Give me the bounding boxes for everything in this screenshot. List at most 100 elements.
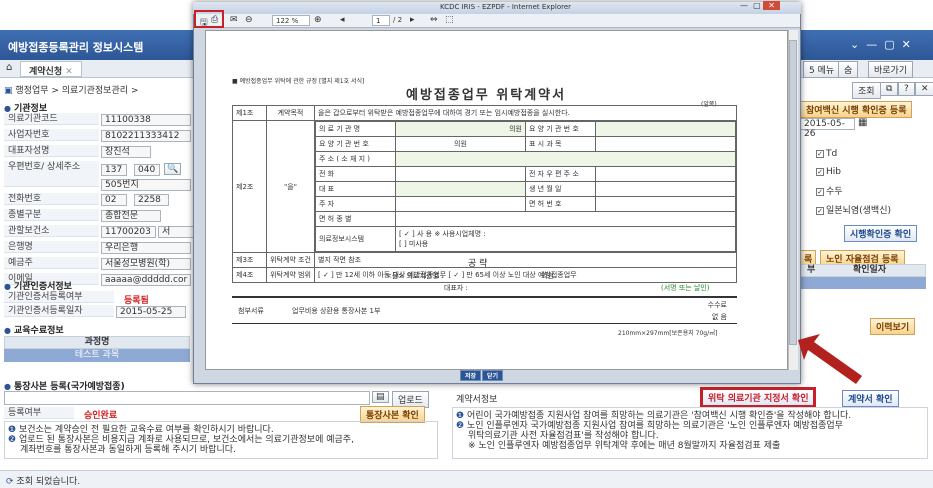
gap-label: 공 략 [468, 259, 488, 269]
row-text: 별지 작면 참조 [314, 252, 737, 268]
fit-width-icon[interactable]: ⇔ [430, 15, 438, 25]
tel1-field[interactable]: 02 [101, 194, 127, 206]
cert-date-field[interactable]: 2015-05-25 [116, 306, 186, 318]
zip-search-icon[interactable]: 🔍 [164, 163, 182, 175]
row-text: [ ✓ ] 만 12세 이하 아동 대상 예방접종업무 [ ✓ ] 만 65세 … [314, 267, 737, 283]
type-field[interactable]: 종합전문 [101, 210, 161, 222]
popup-window-controls[interactable]: — ▢ ✕ [740, 1, 780, 10]
left-notice-box: ❶ 보건소는 계약승인 전 필요한 교육수료 여부를 확인하시기 바랍니다. ❷… [4, 421, 438, 459]
rep-field[interactable]: 장진석 [101, 146, 151, 158]
right-date-field[interactable]: 2015-05-26 [800, 118, 855, 139]
holder-field[interactable]: 서울성모병원(학) [101, 258, 191, 270]
left-notice-2-text: 업로드 된 통장사본은 비용지급 계좌로 사용되므로, 보건소에서는 의료기관정… [18, 435, 354, 445]
next-page-icon[interactable]: ▸ [410, 15, 415, 25]
toolbar-highlight [194, 10, 224, 28]
save-icon[interactable]: 🖫 [200, 15, 208, 31]
email-field[interactable]: aaaaa@ddddd.cor [101, 274, 191, 286]
field-label: 주 소 ( 소 재 지 ) [315, 151, 396, 167]
edu-col-label: 과정명 [84, 337, 110, 347]
paper-size: 210mm×297mm[보존용지 70g/㎡] [618, 330, 718, 337]
col-b-label: 부 [807, 265, 816, 275]
rep-line: 대표자 : [444, 284, 468, 292]
zoom-out-icon[interactable]: ⊖ [245, 15, 253, 25]
field-label-right: 표 시 과 목 [525, 136, 596, 152]
menu-button[interactable]: 5 메뉴 [803, 61, 841, 78]
upload-path-field[interactable] [4, 391, 370, 405]
sign-note: (서명 또는 날인) [661, 284, 710, 292]
popup-close-icon[interactable]: ✕ [763, 1, 780, 10]
checkbox-icon[interactable]: ✓ [816, 206, 824, 215]
confirm-cert-button[interactable]: 시행확인증 확인 [844, 225, 918, 242]
status-text: 조회 되었습니다. [16, 477, 81, 487]
contract-row-2: 제2조 "을" 의 료 기 관 명 의원 요 양 기 관 번 호 요 양 기 관 번… [232, 120, 737, 253]
right-notice-1-text: 어린이 국가예방접종 지원사업 참여를 희망하는 의료기관은 '참여백신 시행 … [466, 411, 852, 421]
health-center-field[interactable]: 11700203 [101, 226, 156, 238]
print-icon[interactable]: ⎙ [211, 15, 218, 25]
prev-page-icon[interactable]: ◂ [340, 15, 345, 25]
upload-search-icon[interactable]: ▤ [372, 391, 389, 403]
designation-confirm-button[interactable]: 위탁 의료기관 지정서 확인 [700, 387, 817, 408]
row-head: "을" [266, 120, 315, 253]
check-td[interactable]: ✓ Td [816, 149, 837, 159]
check-je[interactable]: ✓ 일본뇌염(생백신) [816, 203, 891, 216]
field-value [395, 166, 526, 182]
contract-confirm-button[interactable]: 계약서 확인 [842, 390, 899, 407]
eul-line: <을> 의료기관명 : [386, 272, 444, 280]
field-label: 전 화 [315, 166, 396, 182]
query-button[interactable]: 조회 [852, 82, 881, 99]
participation-vaccine-register-button[interactable]: 참여백신 시행 확인증 등록 [800, 101, 913, 118]
calendar-icon[interactable]: ▦ [858, 117, 867, 128]
home-button[interactable]: 숨 [838, 61, 859, 78]
shortcut-button[interactable]: 바로가기 [868, 61, 914, 78]
check-td-label: Td [826, 149, 838, 159]
info-icon: ❶ [8, 425, 17, 435]
zip1-field[interactable]: 137 [101, 164, 127, 176]
party-row: 의료정보시스템[ ✓ ] 사 용 ※ 사용시업체명 : [ ] 미사용 [315, 226, 736, 252]
row-no: 제4조 [232, 267, 267, 283]
checkbox-icon[interactable]: ✓ [816, 187, 824, 196]
col-date-label: 확인일자 [853, 265, 887, 275]
window-controls[interactable]: ⌄ — ▢ ✕ [850, 38, 911, 51]
zoom-in-icon[interactable]: ⊕ [314, 15, 322, 25]
biz-no-field[interactable]: 8102211333412 [101, 130, 191, 142]
check-hib[interactable]: ✓ Hib [816, 167, 841, 177]
cert-date-label: 기관인증서등록일자 [4, 305, 114, 317]
popup-icon-button[interactable]: ⧉ [880, 82, 899, 96]
check-varicella[interactable]: ✓ 수두 [816, 184, 843, 197]
home-icon[interactable]: ⌂ [6, 62, 12, 73]
close-icon[interactable]: ✕ [65, 67, 73, 77]
zoom-field[interactable]: 122 % [272, 15, 310, 26]
page-field[interactable]: 1 [372, 15, 390, 26]
help-button[interactable]: ? [898, 82, 915, 96]
field-value: [ ✓ ] 사 용 ※ 사용시업체명 : [ ] 미사용 [395, 226, 736, 252]
doc-title: 예방접종업무 위탁계약서 [406, 88, 567, 103]
right-table-row[interactable] [800, 277, 926, 289]
history-button[interactable]: 이력보기 [870, 318, 916, 335]
reg-status-value: 승인완료 [84, 411, 118, 421]
popup-close-button[interactable]: 닫기 [482, 370, 504, 381]
fit-page-icon[interactable]: ⬚ [445, 15, 454, 25]
right-notice-2-text: 노인 인플루엔자 국가예방접종 지원사업 참여를 희망하는 의료기관은 '노인 … [466, 421, 843, 431]
popup-save-button[interactable]: 저장 [460, 370, 482, 381]
party-row: 요 양 기 관 번 호 의원 표 시 과 목 [315, 136, 736, 152]
bank-field[interactable]: 우리은행 [101, 242, 191, 254]
checkbox-icon[interactable]: ✓ [816, 167, 824, 176]
health-center-name-field[interactable]: 서 [158, 226, 194, 238]
education-row[interactable]: 테스트 과목 [4, 349, 190, 362]
label-tel: 전화번호 [4, 193, 99, 205]
tab-contract[interactable]: 계약신청 ✕ [20, 61, 82, 77]
close-page-button[interactable]: ✕ [915, 82, 933, 96]
sys-check-use: [ ✓ ] 사 용 ※ 사용시업체명 : [399, 230, 486, 238]
checkbox-icon[interactable]: ✓ [816, 149, 824, 158]
field-label: 요 양 기 관 번 호 [315, 136, 396, 152]
field-value-right [595, 166, 736, 182]
field-label: 대 표 [315, 181, 396, 197]
scroll-thumb[interactable] [789, 40, 797, 345]
addr-field[interactable]: 505번지 [101, 179, 191, 191]
right-notice-4: ※ 노인 인플루엔자 예방접종업무 위탁계약 후에는 매년 8월말까지 자율점검… [456, 441, 924, 451]
tel2-field[interactable]: 2258 [134, 194, 169, 206]
code-field[interactable]: 11100338 [101, 114, 191, 126]
email-icon[interactable]: ✉ [230, 15, 238, 25]
zip2-field[interactable]: 040 [134, 164, 160, 176]
status-bar: ⟳ 조회 되었습니다. [0, 470, 933, 488]
